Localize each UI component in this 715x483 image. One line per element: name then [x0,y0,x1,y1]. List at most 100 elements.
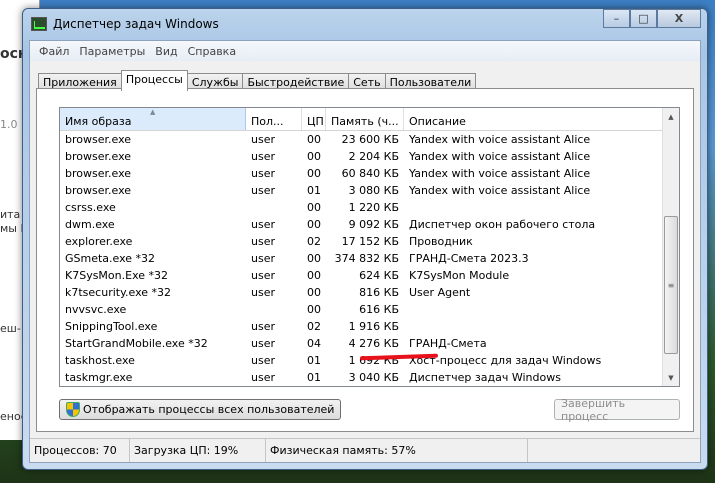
scrollbar-thumb[interactable]: ≡ [664,216,678,354]
end-process-button[interactable]: Завершить процесс [554,397,680,423]
process-description: Yandex with voice assistant Alice [409,167,591,180]
table-row[interactable]: k7tsecurity.exe *32 user 00 816 КБ User Agen… [60,284,679,301]
scroll-down-icon[interactable]: ▼ [663,369,679,386]
process-name: browser.exe [65,150,132,163]
process-user: user [251,133,275,146]
process-description: Yandex with voice assistant Alice [409,150,591,163]
column-memory[interactable]: Память (ч... [326,108,404,130]
table-row[interactable]: browser.exe user 01 3 080 КБ Yandex with voi… [60,182,679,199]
process-name: K7SysMon.Exe *32 [65,269,169,282]
status-memory: Физическая память: 57% [266,439,528,462]
process-name: taskmgr.exe [65,371,133,384]
process-cpu: 01 [307,354,321,367]
window-title: Диспетчер задач Windows [53,17,219,31]
process-memory: 9 092 КБ [348,218,399,231]
menu-file[interactable]: Файл [34,45,74,58]
process-user: user [251,235,275,248]
uac-shield-icon [66,402,80,417]
process-memory: 2 204 КБ [348,150,399,163]
vertical-scrollbar[interactable]: ▲ ≡ ▼ [662,108,679,386]
process-name: explorer.exe [65,235,133,248]
process-description: ГРАНД-Смета 2023.3 [409,252,529,265]
process-cpu: 00 [307,269,321,282]
process-cpu: 00 [307,150,321,163]
process-memory: 4 276 КБ [348,337,399,350]
process-user: user [251,150,275,163]
maximize-button[interactable]: □ [630,9,657,28]
table-row[interactable]: browser.exe user 00 23 600 КБ Yandex with vo… [60,131,679,148]
process-cpu: 00 [307,201,321,214]
table-row[interactable]: K7SysMon.Exe *32 user 00 624 КБ K7SysMon Mod… [60,267,679,284]
process-name: nvvsvc.exe [65,303,127,316]
process-description: ГРАНД-Смета [409,337,487,350]
button-label: Отображать процессы всех пользователей [83,403,335,416]
process-user: user [251,184,275,197]
process-name: csrss.exe [65,201,116,214]
process-user: user [251,252,275,265]
status-empty [528,439,700,462]
menu-view[interactable]: Вид [150,45,182,58]
column-label: Имя образа [65,115,132,128]
task-manager-icon [31,17,47,31]
tab-processes[interactable]: Процессы [120,70,188,91]
table-row[interactable]: explorer.exe user 02 17 152 КБ Проводник [60,233,679,250]
process-user: user [251,269,275,282]
process-memory: 1 220 КБ [348,201,399,214]
process-description: User Agent [409,286,471,299]
process-cpu: 00 [307,218,321,231]
process-name: SnippingTool.exe [65,320,158,333]
process-memory: 60 840 КБ [341,167,399,180]
process-cpu: 00 [307,133,321,146]
process-cpu: 00 [307,303,321,316]
process-user: user [251,371,275,384]
process-description: K7SysMon Module [409,269,510,282]
table-row[interactable]: browser.exe user 00 2 204 КБ Yandex with voi… [60,148,679,165]
menu-bar: Файл Параметры Вид Справка [30,41,700,61]
process-memory: 616 КБ [359,303,399,316]
process-description: Yandex with voice assistant Alice [409,184,591,197]
table-row[interactable]: dwm.exe user 00 9 092 КБ Диспетчер окон рабо… [60,216,679,233]
process-memory: 23 600 КБ [341,133,399,146]
process-cpu: 02 [307,235,321,248]
close-button[interactable]: X [657,9,701,28]
process-description: Диспетчер задач Windows [409,371,561,384]
menu-options[interactable]: Параметры [74,45,150,58]
table-row[interactable]: SnippingTool.exe user 02 1 916 КБ [60,318,679,335]
scroll-up-icon[interactable]: ▲ [663,108,679,125]
sort-ascending-icon: ▲ [150,108,156,116]
show-all-users-button[interactable]: Отображать процессы всех пользователей [59,399,342,420]
process-cpu: 04 [307,337,321,350]
process-name: browser.exe [65,184,132,197]
process-user: user [251,218,275,231]
column-description[interactable]: Описание [404,108,663,130]
process-memory: 816 КБ [359,286,399,299]
process-user: user [251,354,275,367]
table-row[interactable]: browser.exe user 00 60 840 КБ Yandex with vo… [60,165,679,182]
process-memory: 624 КБ [359,269,399,282]
process-description: Хост-процесс для задач Windows [409,354,602,367]
task-manager-window: Диспетчер задач Windows – □ X Файл Парам… [22,8,708,470]
column-user[interactable]: Пол... [246,108,302,130]
process-name: StartGrandMobile.exe *32 [65,337,208,350]
menu-help[interactable]: Справка [183,45,241,58]
table-row[interactable]: StartGrandMobile.exe *32 user 04 4 276 КБ ГР… [60,335,679,352]
table-row[interactable]: nvvsvc.exe 00 616 КБ [60,301,679,318]
table-row[interactable]: csrss.exe 00 1 220 КБ [60,199,679,216]
process-memory: 17 152 КБ [341,235,399,248]
process-name: GSmeta.exe *32 [65,252,156,265]
process-cpu: 01 [307,371,321,384]
process-memory: 374 832 КБ [334,252,399,265]
process-cpu: 00 [307,252,321,265]
table-row[interactable]: GSmeta.exe *32 user 00 374 832 КБ ГРАНД-Смет… [60,250,679,267]
table-row[interactable]: taskmgr.exe user 01 3 040 КБ Диспетчер задач… [60,369,679,386]
process-user: user [251,320,275,333]
column-image-name[interactable]: ▲ Имя образа [60,108,246,130]
list-header: ▲ Имя образа Пол... ЦП Память (ч... Описа… [60,108,679,131]
minimize-button[interactable]: – [603,9,630,28]
process-description: Проводник [409,235,473,248]
process-memory: 3 040 КБ [348,371,399,384]
table-row[interactable]: taskhost.exe user 01 1 692 КБ Хост-процесс д… [60,352,679,369]
process-name: dwm.exe [65,218,115,231]
process-user: user [251,337,275,350]
column-cpu[interactable]: ЦП [302,108,326,130]
